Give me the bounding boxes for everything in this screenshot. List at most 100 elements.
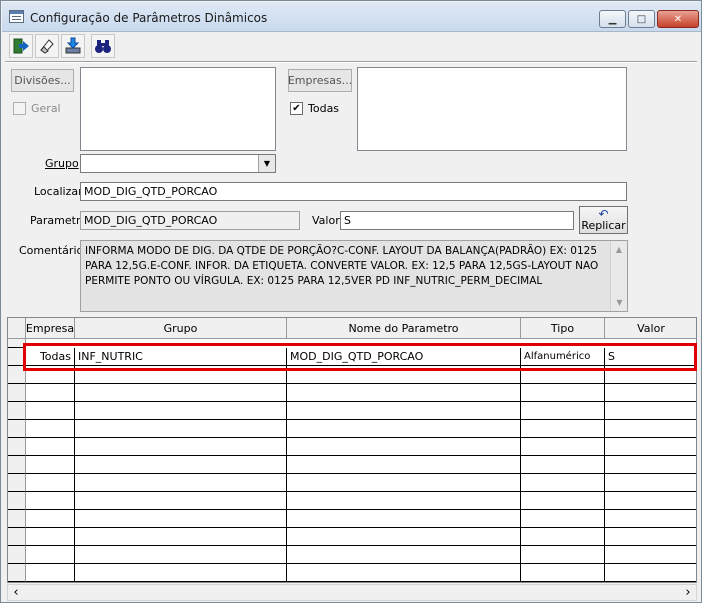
empty-cell[interactable] bbox=[521, 492, 605, 510]
chevron-down-icon[interactable]: ▼ bbox=[258, 155, 275, 172]
row-indicator[interactable] bbox=[8, 402, 26, 420]
cell-grupo[interactable]: INF_NUTRIC bbox=[75, 348, 287, 366]
empty-cell[interactable] bbox=[26, 564, 75, 582]
empty-cell[interactable] bbox=[75, 402, 287, 420]
empty-cell[interactable] bbox=[605, 510, 696, 528]
todas-checkbox[interactable]: ✔ bbox=[290, 102, 303, 115]
empty-cell[interactable] bbox=[605, 456, 696, 474]
cell-empresa[interactable]: Todas bbox=[26, 348, 75, 366]
empty-cell[interactable] bbox=[521, 528, 605, 546]
empty-cell[interactable] bbox=[605, 564, 696, 582]
empty-cell[interactable] bbox=[26, 384, 75, 402]
empty-cell[interactable] bbox=[26, 510, 75, 528]
empty-cell[interactable] bbox=[287, 528, 521, 546]
empty-cell[interactable] bbox=[26, 492, 75, 510]
minimize-button[interactable]: ▁ bbox=[599, 10, 626, 28]
localizar-input[interactable]: MOD_DIG_QTD_PORCAO bbox=[80, 182, 627, 201]
empty-cell[interactable] bbox=[605, 474, 696, 492]
row-indicator[interactable] bbox=[8, 366, 26, 384]
empty-cell[interactable] bbox=[605, 384, 696, 402]
title-bar[interactable]: Configuração de Parâmetros Dinâmicos ▁ □… bbox=[2, 2, 701, 32]
column-header-grupo[interactable]: Grupo bbox=[75, 318, 287, 339]
scroll-up-icon[interactable]: ▲ bbox=[611, 241, 627, 258]
empty-cell[interactable] bbox=[75, 456, 287, 474]
cell-tipo[interactable]: Alfanumérico bbox=[521, 348, 605, 366]
row-indicator[interactable] bbox=[8, 384, 26, 402]
empty-cell[interactable] bbox=[605, 492, 696, 510]
save-button[interactable] bbox=[61, 34, 85, 58]
empty-cell[interactable] bbox=[605, 438, 696, 456]
empty-cell[interactable] bbox=[26, 438, 75, 456]
replicar-button[interactable]: ↶ Replicar bbox=[579, 206, 628, 234]
empty-cell[interactable] bbox=[75, 366, 287, 384]
empty-cell[interactable] bbox=[287, 384, 521, 402]
valor-input[interactable]: S bbox=[340, 211, 574, 230]
empty-cell[interactable] bbox=[521, 564, 605, 582]
empty-cell[interactable] bbox=[75, 510, 287, 528]
empty-cell[interactable] bbox=[521, 384, 605, 402]
row-indicator[interactable] bbox=[8, 528, 26, 546]
empty-cell[interactable] bbox=[521, 456, 605, 474]
grupo-select[interactable]: ▼ bbox=[80, 154, 276, 173]
empty-cell[interactable] bbox=[26, 420, 75, 438]
maximize-button[interactable]: □ bbox=[628, 10, 655, 28]
row-indicator[interactable] bbox=[8, 510, 26, 528]
empty-cell[interactable] bbox=[26, 402, 75, 420]
empty-cell[interactable] bbox=[75, 564, 287, 582]
column-header-empresa[interactable]: Empresa bbox=[26, 318, 75, 339]
row-indicator[interactable] bbox=[8, 438, 26, 456]
empty-cell[interactable] bbox=[521, 438, 605, 456]
column-header-tipo[interactable]: Tipo bbox=[521, 318, 605, 339]
empty-cell[interactable] bbox=[26, 546, 75, 564]
scroll-left-icon[interactable]: ‹ bbox=[8, 585, 24, 600]
empty-cell[interactable] bbox=[605, 420, 696, 438]
search-button[interactable] bbox=[91, 34, 115, 58]
cell-valor[interactable]: S bbox=[605, 348, 696, 366]
divisoes-list[interactable] bbox=[80, 67, 276, 151]
clear-button[interactable] bbox=[35, 34, 59, 58]
empty-cell[interactable] bbox=[287, 564, 521, 582]
empresas-button[interactable]: Empresas... bbox=[288, 69, 352, 92]
comentarios-textarea[interactable]: INFORMA MODO DE DIG. DA QTDE DE PORÇÃO?C… bbox=[80, 240, 628, 312]
empty-cell[interactable] bbox=[521, 546, 605, 564]
cell-nome[interactable]: MOD_DIG_QTD_PORCAO bbox=[287, 348, 521, 366]
empresas-list[interactable] bbox=[357, 67, 627, 151]
scroll-down-icon[interactable]: ▼ bbox=[611, 294, 628, 311]
empty-cell[interactable] bbox=[26, 366, 75, 384]
row-indicator[interactable] bbox=[8, 474, 26, 492]
empty-cell[interactable] bbox=[521, 474, 605, 492]
parameters-grid[interactable]: Empresa Grupo Nome do Parametro Tipo Val… bbox=[7, 317, 697, 583]
row-indicator[interactable] bbox=[8, 456, 26, 474]
comentarios-scrollbar[interactable]: ▲ ▼ bbox=[610, 241, 627, 311]
empty-cell[interactable] bbox=[75, 528, 287, 546]
empty-cell[interactable] bbox=[287, 402, 521, 420]
empty-cell[interactable] bbox=[287, 546, 521, 564]
empty-cell[interactable] bbox=[605, 528, 696, 546]
empty-cell[interactable] bbox=[75, 384, 287, 402]
scroll-right-icon[interactable]: › bbox=[680, 585, 696, 600]
empty-cell[interactable] bbox=[521, 510, 605, 528]
row-indicator[interactable] bbox=[8, 420, 26, 438]
empty-cell[interactable] bbox=[287, 438, 521, 456]
horizontal-scrollbar[interactable]: ‹ › bbox=[7, 584, 697, 601]
column-header-nome[interactable]: Nome do Parametro bbox=[287, 318, 521, 339]
row-indicator[interactable] bbox=[8, 546, 26, 564]
empty-cell[interactable] bbox=[75, 492, 287, 510]
row-indicator[interactable] bbox=[8, 492, 26, 510]
empty-cell[interactable] bbox=[287, 366, 521, 384]
empty-cell[interactable] bbox=[75, 420, 287, 438]
empty-cell[interactable] bbox=[521, 366, 605, 384]
empty-cell[interactable] bbox=[605, 366, 696, 384]
empty-cell[interactable] bbox=[26, 528, 75, 546]
empty-cell[interactable] bbox=[287, 456, 521, 474]
row-indicator[interactable] bbox=[8, 348, 26, 366]
exit-button[interactable] bbox=[9, 34, 33, 58]
empty-cell[interactable] bbox=[26, 456, 75, 474]
column-header-valor[interactable]: Valor bbox=[605, 318, 696, 339]
empty-cell[interactable] bbox=[605, 402, 696, 420]
empty-cell[interactable] bbox=[287, 510, 521, 528]
empty-cell[interactable] bbox=[26, 474, 75, 492]
empty-cell[interactable] bbox=[75, 438, 287, 456]
empty-cell[interactable] bbox=[75, 546, 287, 564]
divisoes-button[interactable]: Divisões... bbox=[11, 69, 74, 92]
